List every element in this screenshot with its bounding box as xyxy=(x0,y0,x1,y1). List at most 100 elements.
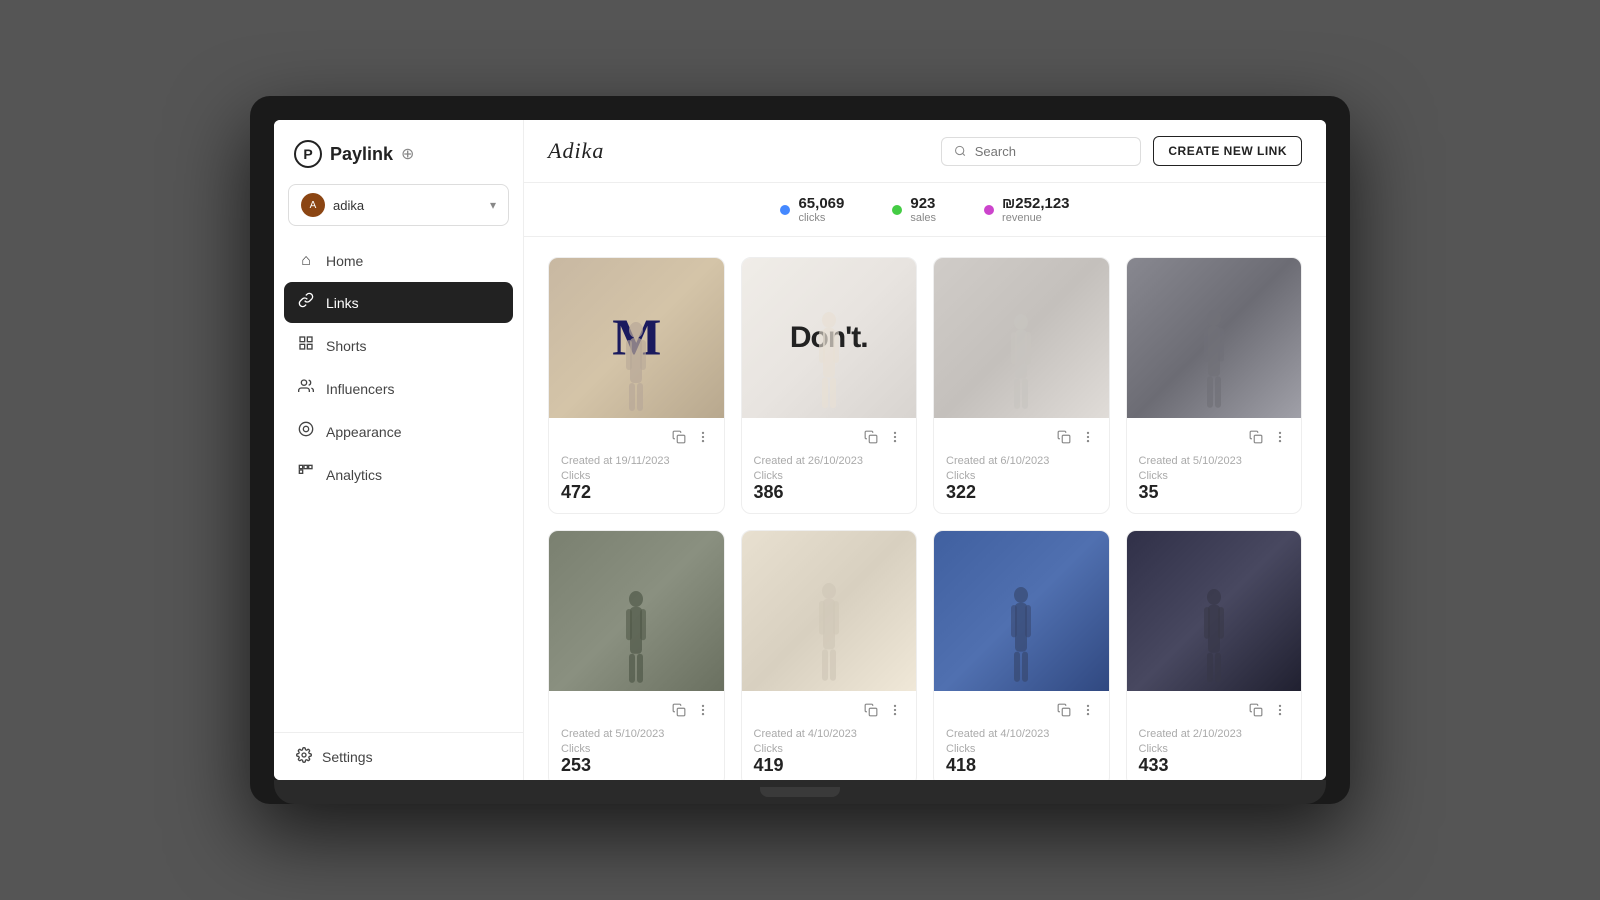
more-options-button[interactable] xyxy=(886,701,904,722)
card-actions xyxy=(946,701,1097,722)
nav-label-analytics: Analytics xyxy=(326,467,382,483)
user-info: A adika xyxy=(301,193,364,217)
card-date: Created at 26/10/2023 xyxy=(754,455,905,467)
nav-label-home: Home xyxy=(326,253,363,269)
card-actions xyxy=(561,428,712,449)
figure-icon xyxy=(1007,310,1035,418)
clicks-value: 65,069 xyxy=(798,195,844,212)
card-item[interactable]: Created at 6/10/2023 Clicks 322 xyxy=(933,257,1110,514)
brand-logo: Adika xyxy=(548,138,604,164)
card-bottom: Created at 4/10/2023 Clicks 419 xyxy=(742,691,917,780)
card-image xyxy=(742,531,917,691)
nav-label-appearance: Appearance xyxy=(326,424,402,440)
card-date: Created at 19/11/2023 xyxy=(561,455,712,467)
card-image: M xyxy=(549,258,724,418)
appearance-icon xyxy=(296,421,316,442)
sidebar-item-shorts[interactable]: Shorts xyxy=(284,325,513,366)
card-item[interactable]: Created at 4/10/2023 Clicks 419 xyxy=(741,530,918,780)
more-options-button[interactable] xyxy=(1271,701,1289,722)
sidebar: P Paylink ⊕ A adika ▾ ⌂ Home xyxy=(274,120,524,780)
card-clicks-value: 253 xyxy=(561,755,712,776)
copy-button[interactable] xyxy=(670,701,688,722)
copy-button[interactable] xyxy=(862,428,880,449)
copy-button[interactable] xyxy=(862,701,880,722)
card-item[interactable]: Created at 4/10/2023 Clicks 418 xyxy=(933,530,1110,780)
clicks-dot xyxy=(780,205,790,215)
influencers-icon xyxy=(296,378,316,399)
card-item[interactable]: Created at 5/10/2023 Clicks 253 xyxy=(548,530,725,780)
sales-dot xyxy=(892,205,902,215)
card-clicks-value: 472 xyxy=(561,482,712,503)
main-nav: ⌂ Home Links xyxy=(274,242,523,732)
copy-button[interactable] xyxy=(1247,701,1265,722)
card-image: Don't. xyxy=(742,258,917,418)
stats-bar: 65,069 clicks 923 sales ₪252,123 reven xyxy=(524,183,1326,237)
more-options-button[interactable] xyxy=(1079,701,1097,722)
card-clicks-value: 322 xyxy=(946,482,1097,503)
card-image xyxy=(1127,258,1302,418)
avatar: A xyxy=(301,193,325,217)
figure-icon xyxy=(1006,583,1036,691)
sales-info: 923 sales xyxy=(910,195,936,224)
card-item[interactable]: Created at 5/10/2023 Clicks 35 xyxy=(1126,257,1303,514)
card-image xyxy=(1127,531,1302,691)
sidebar-item-influencers[interactable]: Influencers xyxy=(284,368,513,409)
sidebar-item-links[interactable]: Links xyxy=(284,282,513,323)
top-bar: Adika CREATE NEW LINK xyxy=(524,120,1326,183)
figure-icon xyxy=(816,579,842,691)
revenue-label: revenue xyxy=(1002,212,1069,224)
card-clicks-label: Clicks xyxy=(754,470,905,482)
stat-sales: 923 sales xyxy=(892,195,936,224)
search-icon xyxy=(954,144,966,158)
stat-revenue: ₪252,123 revenue xyxy=(984,195,1069,224)
card-bottom: Created at 19/11/2023 Clicks 472 xyxy=(549,418,724,513)
more-options-button[interactable] xyxy=(1271,428,1289,449)
top-bar-right: CREATE NEW LINK xyxy=(941,136,1302,166)
card-clicks-label: Clicks xyxy=(1139,470,1290,482)
sidebar-item-appearance[interactable]: Appearance xyxy=(284,411,513,452)
card-item[interactable]: Don't. xyxy=(741,257,918,514)
sidebar-item-analytics[interactable]: Analytics xyxy=(284,454,513,495)
user-selector[interactable]: A adika ▾ xyxy=(288,184,509,226)
copy-button[interactable] xyxy=(670,428,688,449)
card-date: Created at 2/10/2023 xyxy=(1139,728,1290,740)
more-options-button[interactable] xyxy=(694,701,712,722)
settings-item[interactable]: Settings xyxy=(296,747,501,766)
copy-button[interactable] xyxy=(1055,701,1073,722)
app-logo: P Paylink ⊕ xyxy=(274,120,523,184)
sidebar-item-home[interactable]: ⌂ Home xyxy=(284,242,513,280)
copy-button[interactable] xyxy=(1247,428,1265,449)
clicks-info: 65,069 clicks xyxy=(798,195,844,224)
card-bottom: Created at 5/10/2023 Clicks 253 xyxy=(549,691,724,780)
card-actions xyxy=(561,701,712,722)
more-options-button[interactable] xyxy=(1079,428,1097,449)
logo-icon: P xyxy=(294,140,322,168)
card-clicks-label: Clicks xyxy=(561,743,712,755)
create-new-link-button[interactable]: CREATE NEW LINK xyxy=(1153,136,1302,166)
card-item[interactable]: Created at 2/10/2023 Clicks 433 xyxy=(1126,530,1303,780)
avatar-initials: A xyxy=(310,200,317,211)
settings-label: Settings xyxy=(322,749,373,765)
card-clicks-value: 35 xyxy=(1139,482,1290,503)
home-icon: ⌂ xyxy=(296,252,316,270)
clicks-label: clicks xyxy=(798,212,844,224)
stat-clicks: 65,069 clicks xyxy=(780,195,844,224)
card-item[interactable]: M xyxy=(548,257,725,514)
analytics-icon xyxy=(296,464,316,485)
card-image xyxy=(934,531,1109,691)
copy-button[interactable] xyxy=(1055,428,1073,449)
nav-label-links: Links xyxy=(326,295,359,311)
figure-icon xyxy=(1201,306,1227,418)
more-options-button[interactable] xyxy=(694,428,712,449)
card-clicks-value: 418 xyxy=(946,755,1097,776)
more-options-button[interactable] xyxy=(886,428,904,449)
card-date: Created at 4/10/2023 xyxy=(754,728,905,740)
search-input[interactable] xyxy=(975,144,1129,159)
nav-label-influencers: Influencers xyxy=(326,381,394,397)
card-bottom: Created at 5/10/2023 Clicks 35 xyxy=(1127,418,1302,513)
card-actions xyxy=(1139,701,1290,722)
search-box[interactable] xyxy=(941,137,1141,166)
card-image xyxy=(934,258,1109,418)
chevron-down-icon: ▾ xyxy=(490,198,496,212)
card-date: Created at 5/10/2023 xyxy=(561,728,712,740)
